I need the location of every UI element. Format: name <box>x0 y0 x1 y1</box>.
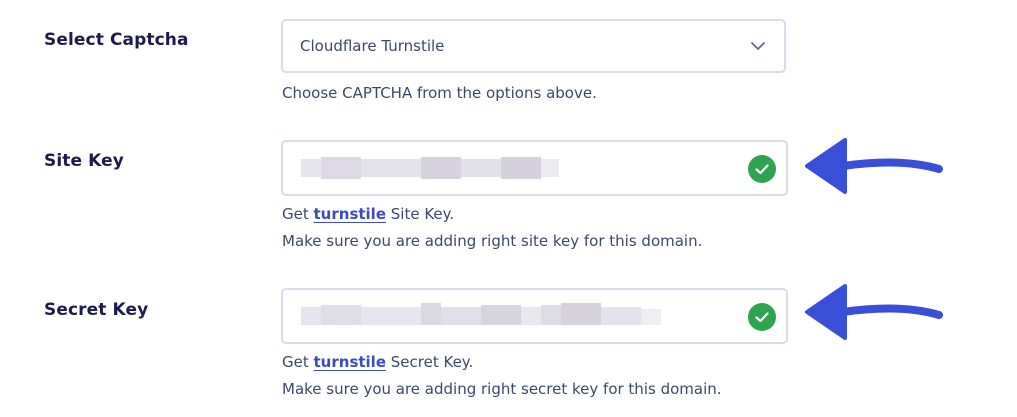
captcha-help-text: Choose CAPTCHA from the options above. <box>282 84 597 102</box>
redacted-secret-key <box>301 303 661 325</box>
site-key-label: Site Key <box>44 151 124 171</box>
secret-key-help-prefix: Get <box>282 353 314 371</box>
site-key-help: Get turnstile Site Key. <box>282 205 454 223</box>
secret-key-help: Get turnstile Secret Key. <box>282 353 473 371</box>
site-key-note: Make sure you are adding right site key … <box>282 232 703 250</box>
pointing-arrow-icon <box>805 138 943 194</box>
secret-key-label: Secret Key <box>44 300 149 320</box>
site-key-help-suffix: Site Key. <box>386 205 455 223</box>
secret-key-note: Make sure you are adding right secret ke… <box>282 380 722 398</box>
secret-key-help-suffix: Secret Key. <box>386 353 474 371</box>
turnstile-site-key-link[interactable]: turnstile <box>314 205 386 223</box>
captcha-select-value: Cloudflare Turnstile <box>300 37 445 55</box>
check-circle-icon <box>748 155 776 183</box>
select-captcha-label: Select Captcha <box>44 30 189 50</box>
site-key-input[interactable] <box>281 140 788 196</box>
turnstile-secret-key-link[interactable]: turnstile <box>314 353 386 371</box>
captcha-settings-form: Select Captcha Cloudflare Turnstile Choo… <box>0 0 1017 417</box>
check-circle-icon <box>748 303 776 331</box>
redacted-site-key <box>301 157 559 179</box>
site-key-help-prefix: Get <box>282 205 314 223</box>
chevron-down-icon <box>751 42 765 50</box>
secret-key-input[interactable] <box>281 288 788 344</box>
captcha-select[interactable]: Cloudflare Turnstile <box>281 19 786 73</box>
pointing-arrow-icon <box>805 284 943 340</box>
